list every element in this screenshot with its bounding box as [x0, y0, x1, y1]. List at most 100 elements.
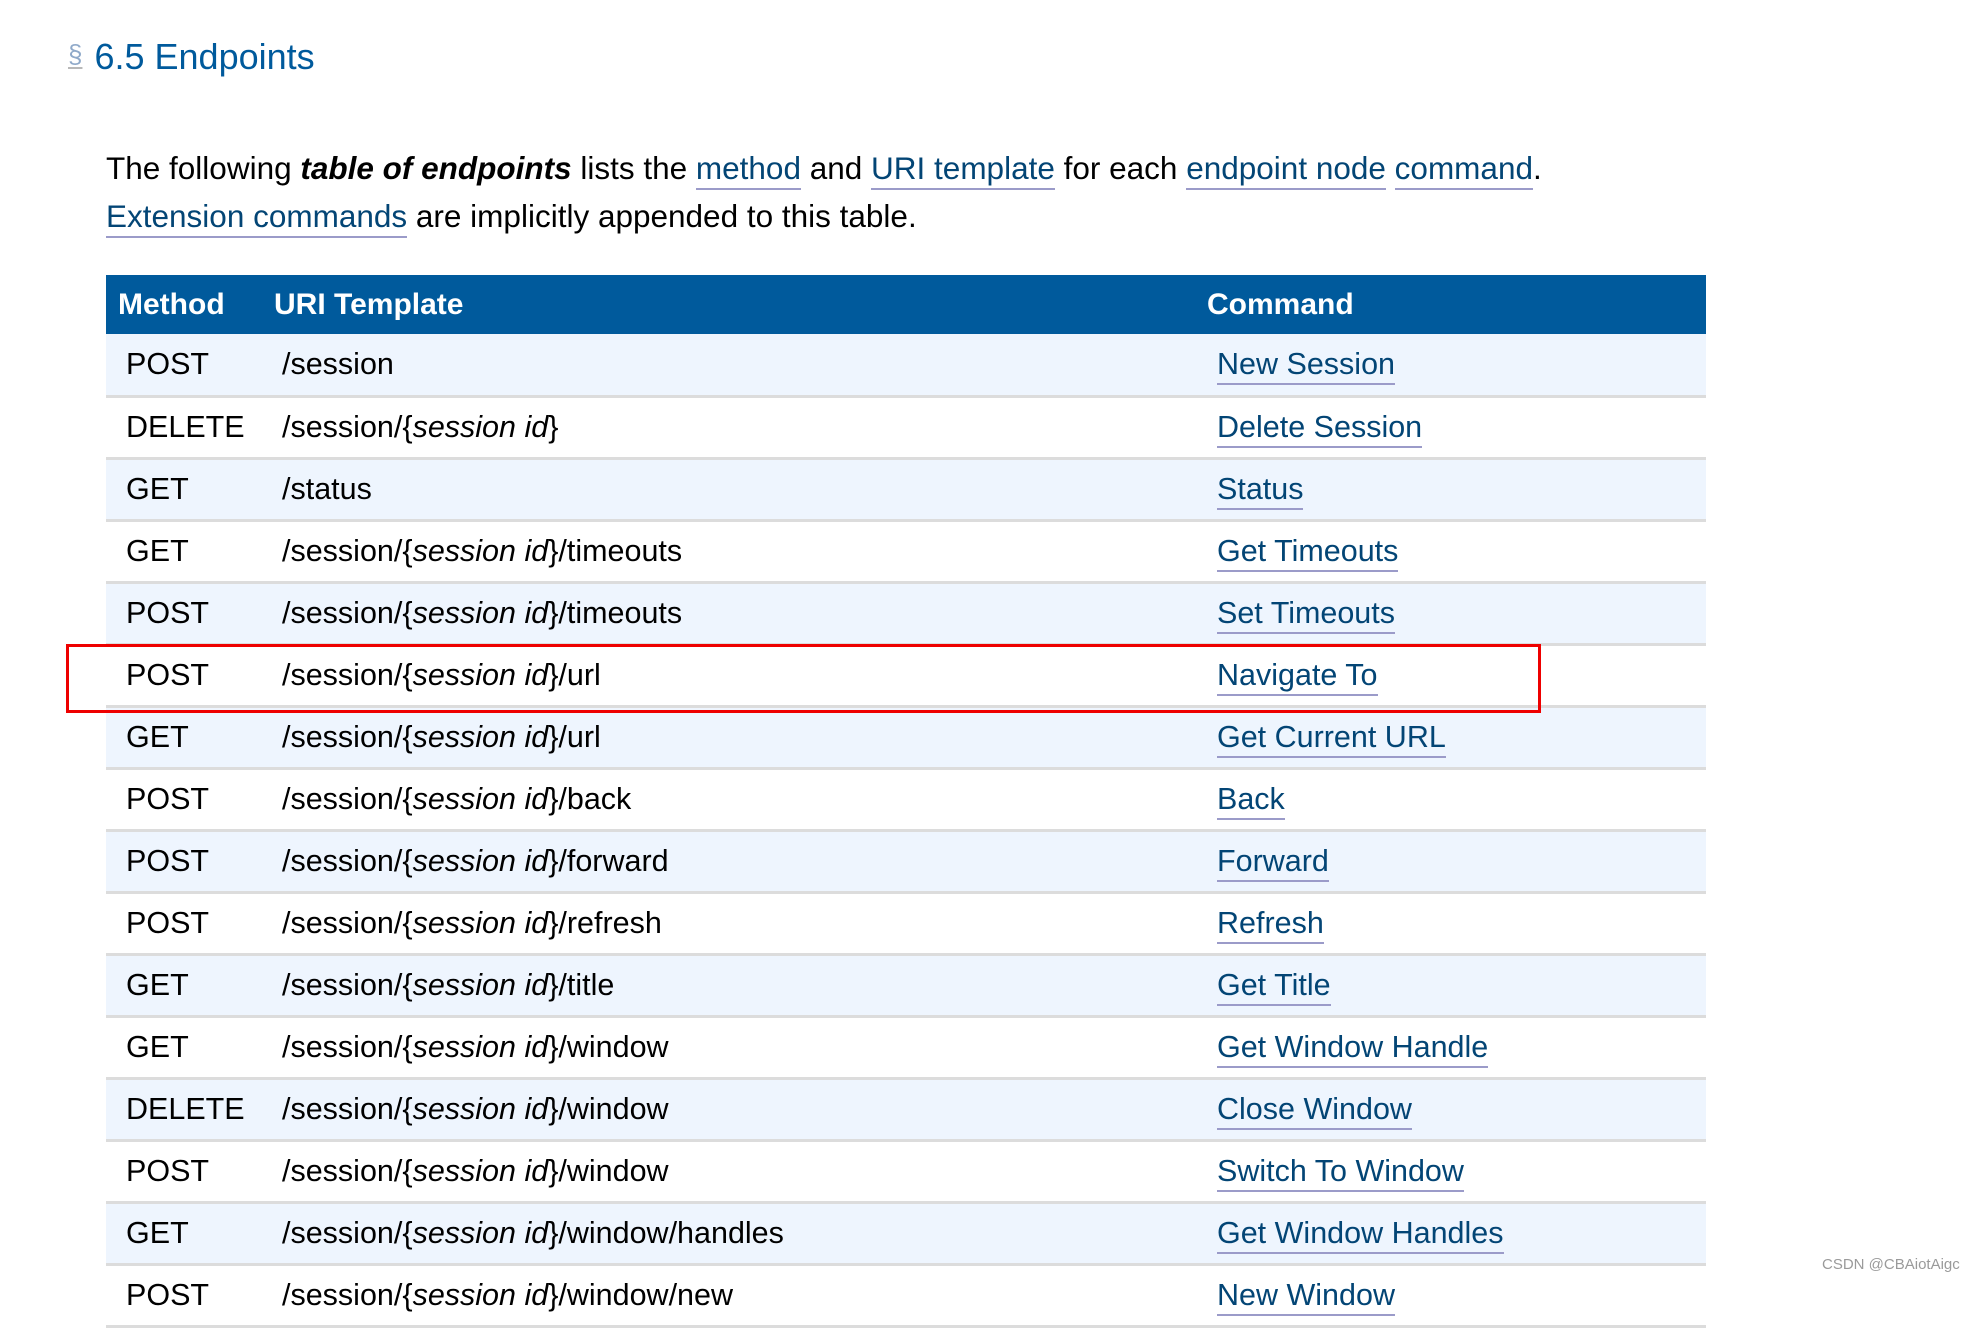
uri-path-suffix: }/refresh	[548, 905, 662, 940]
uri-variable: session id	[412, 1153, 549, 1188]
cell-command: Get Window Handles	[1198, 1202, 1706, 1266]
link-command[interactable]: command	[1394, 150, 1533, 190]
uri-path: /session/{	[282, 905, 413, 940]
uri-path: /session/{	[282, 1277, 413, 1312]
header-method: Method	[106, 275, 262, 334]
cell-uri-template: /session/{session id}/window/new	[262, 1264, 1198, 1328]
cell-command: Navigate To	[1198, 644, 1706, 708]
cell-command: Get Window Handle	[1198, 1016, 1706, 1080]
intro-text	[1386, 150, 1395, 186]
watermark: CSDN @CBAiotAigc	[1822, 1256, 1960, 1273]
cell-uri-template: /session/{session id}/url	[262, 706, 1198, 770]
command-link[interactable]: Back	[1217, 781, 1285, 820]
table-row: POST/session/{session id}/timeouts Set Ti…	[106, 582, 1706, 646]
cell-uri-template: /session/{session id}/timeouts	[262, 582, 1198, 646]
cell-command: Get Title	[1198, 954, 1706, 1018]
cell-method: POST	[106, 582, 262, 646]
command-link[interactable]: Get Current URL	[1217, 719, 1446, 758]
cell-command: Set Timeouts	[1198, 582, 1706, 646]
cell-uri-template: /session/{session id}/window	[262, 1078, 1198, 1142]
link-endpoint-node[interactable]: endpoint node	[1186, 150, 1386, 190]
uri-variable: session id	[412, 905, 549, 940]
cell-command: Status	[1198, 458, 1706, 522]
command-link[interactable]: New Window	[1217, 1277, 1395, 1316]
cell-method: POST	[106, 1140, 262, 1204]
intro-text: The following	[106, 150, 301, 186]
table-row-highlighted: POST/session/{session id}/url Navigate To	[106, 644, 1706, 708]
command-link[interactable]: Get Timeouts	[1217, 533, 1399, 572]
cell-method: POST	[106, 334, 262, 398]
table-row: GET/session/{session id}/timeouts Get Tim…	[106, 520, 1706, 584]
uri-path: /session/{	[282, 843, 413, 878]
intro-text: lists the	[571, 150, 696, 186]
uri-path: /session/{	[282, 657, 413, 692]
cell-method: POST	[106, 768, 262, 832]
cell-uri-template: /session/{session id}/refresh	[262, 892, 1198, 956]
command-link[interactable]: Close Window	[1217, 1091, 1412, 1130]
cell-command: New Session	[1198, 334, 1706, 398]
command-link[interactable]: Get Window Handle	[1217, 1029, 1489, 1068]
cell-uri-template: /status	[262, 458, 1198, 522]
intro-paragraph: The following table of endpoints lists t…	[106, 144, 1726, 240]
command-link[interactable]: Status	[1217, 471, 1304, 510]
cell-method: POST	[106, 892, 262, 956]
command-link[interactable]: Switch To Window	[1217, 1153, 1464, 1192]
cell-method: DELETE	[106, 1078, 262, 1142]
intro-text: .	[1532, 150, 1542, 186]
uri-path-suffix: }/window	[548, 1029, 669, 1064]
cell-command: Forward	[1198, 830, 1706, 894]
uri-variable: session id	[412, 1215, 549, 1250]
uri-variable: session id	[412, 1277, 549, 1312]
command-link[interactable]: Get Title	[1217, 967, 1331, 1006]
command-link[interactable]: New Session	[1217, 346, 1395, 385]
table-row: GET/session/{session id}/title Get Title	[106, 954, 1706, 1018]
uri-path-suffix: }/url	[548, 719, 601, 754]
table-row: GET/status Status	[106, 458, 1706, 522]
uri-path-suffix: }/window	[548, 1091, 669, 1126]
link-extension-commands[interactable]: Extension commands	[106, 198, 408, 238]
uri-path: /session	[282, 346, 394, 381]
cell-method: GET	[106, 1202, 262, 1266]
table-row: GET/session/{session id}/window/handles G…	[106, 1202, 1706, 1266]
cell-uri-template: /session/{session id}/window/handles	[262, 1202, 1198, 1266]
cell-uri-template: /session/{session id}/url	[262, 644, 1198, 708]
table-row: DELETE/session/{session id} Delete Sessio…	[106, 396, 1706, 460]
cell-method: GET	[106, 520, 262, 584]
link-uri-template[interactable]: URI template	[871, 150, 1055, 190]
cell-command: Back	[1198, 768, 1706, 832]
section-anchor-icon[interactable]: §	[68, 30, 82, 78]
cell-method: POST	[106, 830, 262, 894]
table-row: POST/session/{session id}/window Switch T…	[106, 1140, 1706, 1204]
uri-path-suffix: }/window/new	[548, 1277, 734, 1312]
cell-command: Close Window	[1198, 1078, 1706, 1142]
table-header-row: Method URI Template Command	[106, 275, 1706, 334]
cell-uri-template: /session/{session id}/title	[262, 954, 1198, 1018]
uri-path: /session/{	[282, 533, 413, 568]
uri-path: /session/{	[282, 1091, 413, 1126]
command-link[interactable]: Forward	[1217, 843, 1329, 882]
uri-path-suffix: }/url	[548, 657, 601, 692]
uri-path: /session/{	[282, 1153, 413, 1188]
header-uri-template: URI Template	[262, 275, 1198, 334]
uri-path-suffix: }/timeouts	[548, 533, 683, 568]
cell-method: POST	[106, 1264, 262, 1328]
uri-path-suffix: }/window/handles	[548, 1215, 784, 1250]
table-row: POST/session/{session id}/refresh Refresh	[106, 892, 1706, 956]
table-row: GET/session/{session id}/url Get Current …	[106, 706, 1706, 770]
command-link[interactable]: Delete Session	[1217, 409, 1423, 448]
link-method[interactable]: method	[695, 150, 801, 190]
section-title: 6.5 Endpoints	[94, 36, 315, 77]
command-link[interactable]: Set Timeouts	[1217, 595, 1395, 634]
command-link[interactable]: Refresh	[1217, 905, 1324, 944]
command-link[interactable]: Navigate To	[1217, 657, 1378, 696]
cell-uri-template: /session/{session id}/back	[262, 768, 1198, 832]
uri-path-suffix: }/timeouts	[548, 595, 683, 630]
uri-path: /session/{	[282, 595, 413, 630]
table-row: DELETE/session/{session id}/window Close …	[106, 1078, 1706, 1142]
table-row: POST/session/{session id}/forward Forward	[106, 830, 1706, 894]
uri-path: /session/{	[282, 409, 413, 444]
uri-path: /session/{	[282, 967, 413, 1002]
cell-method: GET	[106, 954, 262, 1018]
cell-command: New Window	[1198, 1264, 1706, 1328]
command-link[interactable]: Get Window Handles	[1217, 1215, 1504, 1254]
